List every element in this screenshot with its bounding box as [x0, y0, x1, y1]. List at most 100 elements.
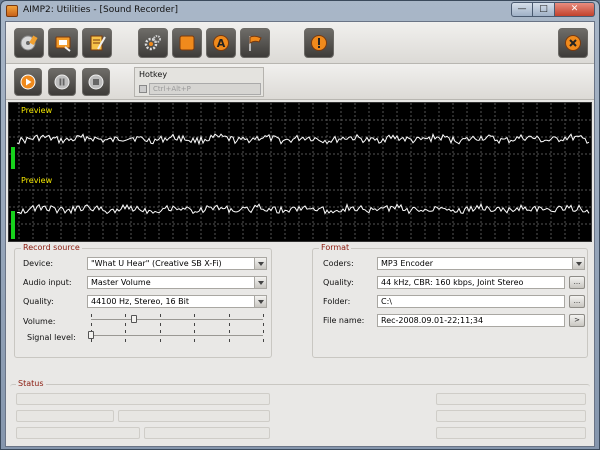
maximize-button[interactable]: □	[533, 2, 555, 17]
slider-thumb[interactable]	[131, 315, 137, 323]
stop-button[interactable]	[82, 68, 110, 96]
pause-button[interactable]	[48, 68, 76, 96]
slider-thumb[interactable]	[88, 331, 94, 339]
folder-label: Folder:	[323, 297, 351, 306]
volume-slider[interactable]	[87, 313, 267, 327]
audio-converter-icon: A	[213, 35, 229, 51]
pause-icon	[54, 74, 70, 90]
audio-converter-button[interactable]: A	[206, 28, 236, 58]
status-cell	[436, 393, 586, 405]
coders-value: MP3 Encoder	[381, 259, 434, 268]
title-bar[interactable]: AIMP2: Utilities - [Sound Recorder] — □ …	[1, 1, 599, 21]
slider-tick	[228, 339, 230, 342]
hotkey-checkbox[interactable]	[139, 85, 147, 93]
volume-label: Volume:	[23, 317, 56, 326]
quality-value: 44100 Hz, Stereo, 16 Bit	[91, 297, 190, 306]
slider-tick	[91, 339, 92, 342]
close-utility-button[interactable]	[558, 28, 588, 58]
device-label: Device:	[23, 259, 54, 268]
status-cell	[436, 427, 586, 439]
file-name-button[interactable]: >	[569, 314, 585, 327]
client-area: A Hotkey Ctrl+Alt+P Preview Preview Reco…	[5, 21, 595, 447]
folder-field[interactable]: C:\	[377, 295, 565, 308]
audio-input-value: Master Volume	[91, 278, 151, 287]
slider-tick	[228, 330, 230, 333]
slider-tick	[263, 330, 264, 333]
notepad-button[interactable]	[82, 28, 112, 58]
info-icon	[311, 35, 327, 51]
format-quality-label: Quality:	[323, 278, 354, 287]
status-cell	[144, 427, 270, 439]
slider-tick	[263, 314, 264, 317]
hotkey-panel: Hotkey Ctrl+Alt+P	[134, 67, 264, 97]
cd-search-icon	[20, 35, 38, 51]
hotkey-label: Hotkey	[139, 70, 168, 79]
svg-text:A: A	[217, 37, 226, 50]
notepad-icon	[90, 35, 106, 51]
orange-square-icon	[179, 35, 195, 51]
record-source-group: Record source Device: "What U Hear" (Cre…	[14, 243, 272, 358]
slider-tick	[125, 339, 127, 342]
slider-tick	[194, 323, 196, 326]
format-quality-field[interactable]: 44 kHz, CBR: 160 kbps, Joint Stereo	[377, 276, 565, 289]
scope-grid	[9, 103, 591, 171]
file-name-field[interactable]: Rec-2008.09.01-22;11;34	[377, 314, 565, 327]
slider-tick	[263, 339, 264, 342]
audio-input-label: Audio input:	[23, 278, 72, 287]
flag-icon	[249, 35, 262, 51]
close-circle-icon	[565, 35, 581, 51]
slider-tick	[159, 339, 161, 342]
slider-tick	[125, 330, 127, 333]
slider-tick	[194, 314, 196, 317]
window-controls: — □ ✕	[511, 2, 595, 18]
chevron-down-icon[interactable]	[254, 258, 266, 269]
minimize-button[interactable]: —	[511, 2, 533, 17]
chevron-down-icon[interactable]	[254, 296, 266, 307]
close-window-button[interactable]: ✕	[555, 2, 595, 17]
coders-select[interactable]: MP3 Encoder	[377, 257, 585, 270]
quality-browse-button[interactable]: ...	[569, 276, 585, 289]
recorder-toolbar: Hotkey Ctrl+Alt+P	[6, 64, 594, 100]
orange-square-button[interactable]	[172, 28, 202, 58]
hotkey-input[interactable]: Ctrl+Alt+P	[149, 83, 261, 95]
status-cell	[118, 410, 270, 422]
device-value: "What U Hear" (Creative SB X-Fi)	[91, 259, 222, 268]
info-button[interactable]	[304, 28, 334, 58]
status-cell	[436, 410, 586, 422]
slider-tick	[159, 323, 161, 326]
slider-tick	[159, 314, 161, 317]
gears-button[interactable]	[138, 28, 168, 58]
slider-tick	[228, 314, 230, 317]
slider-tick	[125, 323, 127, 326]
cd-search-button[interactable]	[14, 28, 44, 58]
device-select[interactable]: "What U Hear" (Creative SB X-Fi)	[87, 257, 267, 270]
preview-label-top: Preview	[21, 106, 53, 115]
record-source-title: Record source	[21, 243, 82, 252]
slider-track[interactable]	[91, 335, 263, 336]
chevron-down-icon[interactable]	[254, 277, 266, 288]
chevron-down-icon[interactable]	[572, 258, 584, 269]
slider-tick	[91, 314, 92, 317]
signal-level-slider[interactable]	[87, 329, 267, 343]
utilities-toolbar: A	[6, 22, 594, 64]
slider-tick	[194, 339, 196, 342]
preview-scope-bottom: Preview	[9, 173, 591, 241]
quality-select[interactable]: 44100 Hz, Stereo, 16 Bit	[87, 295, 267, 308]
slider-tick	[159, 330, 161, 333]
record-button[interactable]	[14, 68, 42, 96]
format-title: Format	[319, 243, 352, 252]
audio-input-select[interactable]: Master Volume	[87, 276, 267, 289]
app-window: AIMP2: Utilities - [Sound Recorder] — □ …	[0, 0, 600, 450]
quality-label: Quality:	[23, 297, 54, 306]
slider-track[interactable]	[91, 319, 263, 320]
slider-tick	[228, 323, 230, 326]
flag-button[interactable]	[240, 28, 270, 58]
tag-editor-button[interactable]	[48, 28, 78, 58]
aimp-app-icon	[6, 5, 18, 17]
vu-meter-right	[11, 211, 15, 239]
status-cell	[16, 393, 270, 405]
slider-tick	[194, 330, 196, 333]
file-name-label: File name:	[323, 316, 365, 325]
gears-icon	[144, 35, 161, 51]
folder-browse-button[interactable]: ...	[569, 295, 585, 308]
